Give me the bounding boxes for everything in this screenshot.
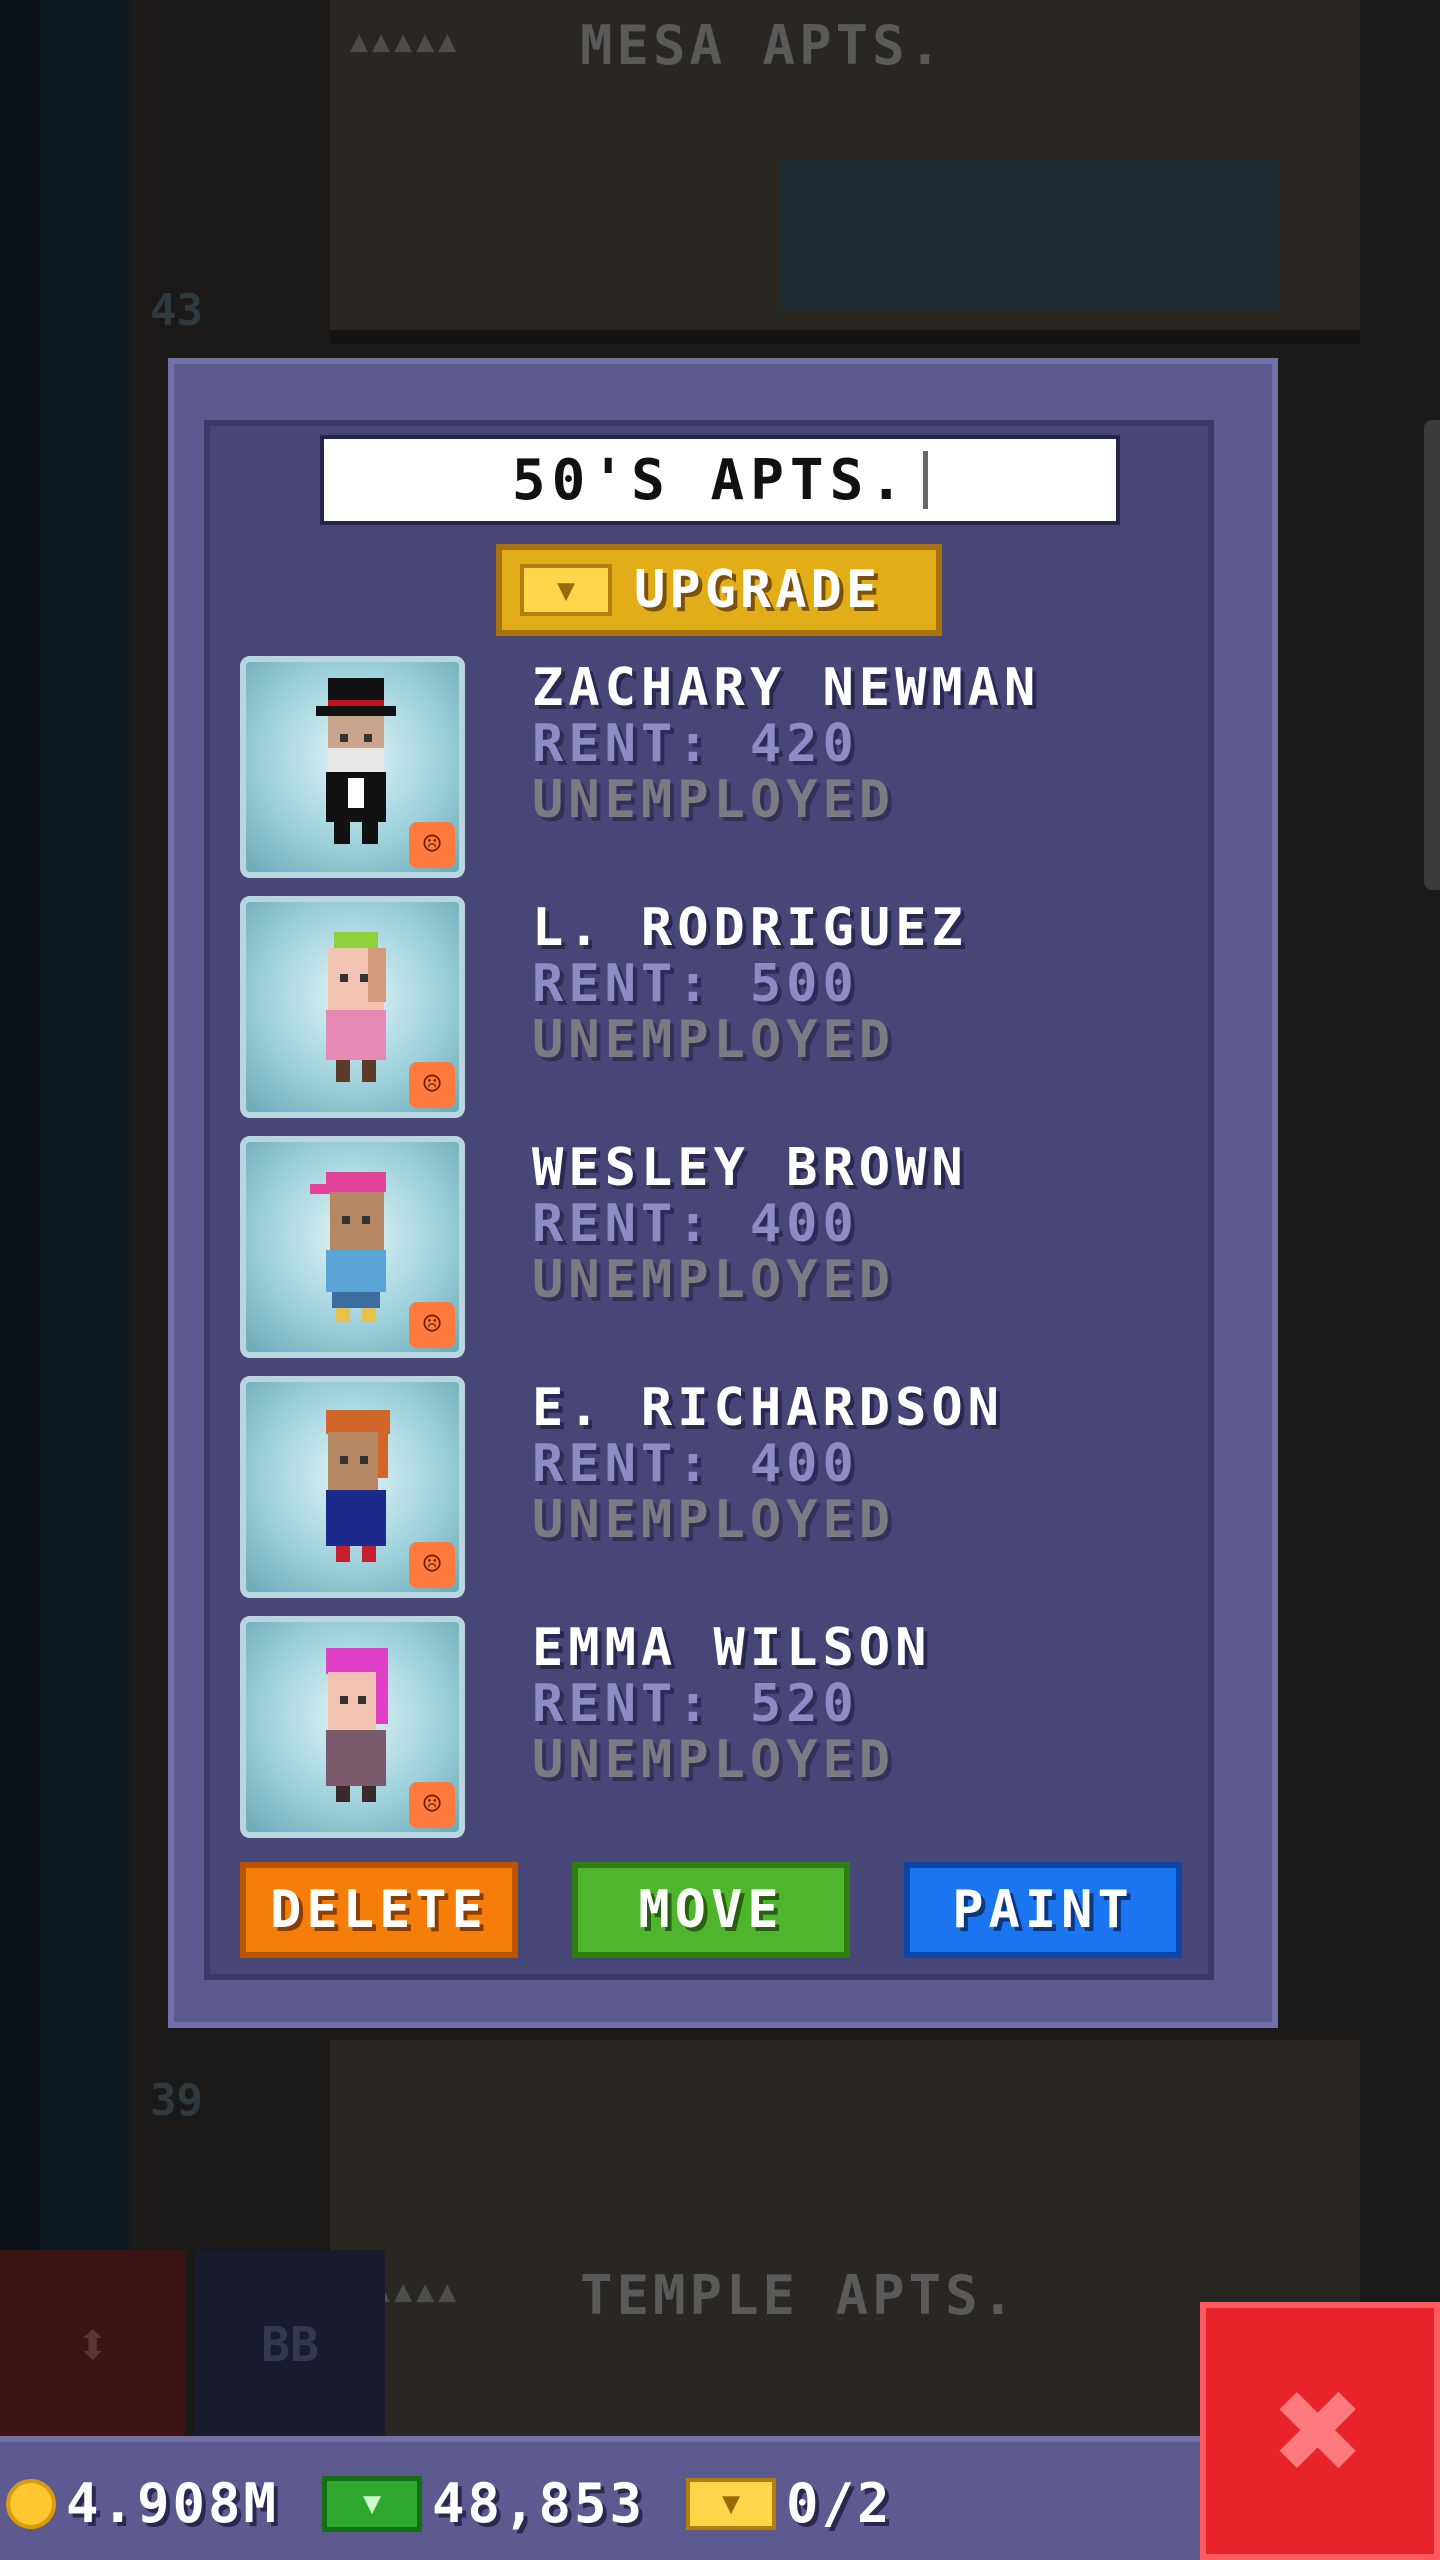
tenant-avatar-icon	[310, 1172, 386, 1322]
floor-stars: ▲▲▲▲▲	[350, 24, 461, 59]
bux-stat: ▼ 48,853	[322, 2472, 645, 2535]
tenant-name: L. RODRIGUEZ	[532, 898, 968, 958]
upgrade-label: UPGRADE	[634, 560, 882, 620]
floor-name-input[interactable]: 50'S APTS.	[320, 435, 1120, 525]
tenant-job: UNEMPLOYED	[532, 770, 896, 830]
tenant-name: ZACHARY NEWMAN	[532, 658, 1041, 718]
tenant-rent: RENT: 500	[532, 954, 859, 1014]
tenant-row[interactable]: ☹ WESLEY BROWN RENT: 400 UNEMPLOYED	[240, 1136, 1225, 1361]
bb-button[interactable]: BB	[195, 2250, 385, 2440]
floor-name: MESA APTS.	[580, 14, 946, 77]
tenant-rent: RENT: 400	[532, 1434, 859, 1494]
tenant-portrait[interactable]: ☹	[240, 1136, 465, 1358]
tenant-rent: RENT: 520	[532, 1674, 859, 1734]
tenant-name: EMMA WILSON	[532, 1618, 932, 1678]
floor-name: TEMPLE APTS.	[580, 2264, 1019, 2327]
elevator-scroll-button[interactable]: ⬍	[0, 2250, 185, 2440]
coins-stat: 4.908M	[6, 2472, 279, 2535]
tenant-row[interactable]: ☹ EMMA WILSON RENT: 520 UNEMPLOYED	[240, 1616, 1225, 1841]
tenant-job: UNEMPLOYED	[532, 1250, 896, 1310]
vip-value: 0/2	[786, 2472, 893, 2535]
tenant-job: UNEMPLOYED	[532, 1010, 896, 1070]
text-caret	[923, 451, 929, 509]
sad-face-icon: ☹	[409, 1302, 455, 1348]
vip-ticket-icon: ▼	[686, 2477, 776, 2530]
sad-face-icon: ☹	[409, 822, 455, 868]
coins-value: 4.908M	[66, 2472, 280, 2535]
bux-icon: ▼	[322, 2475, 422, 2532]
tenant-job: UNEMPLOYED	[532, 1730, 896, 1790]
tenant-rent: RENT: 420	[532, 714, 859, 774]
tenant-rent: RENT: 400	[532, 1194, 859, 1254]
tenant-row[interactable]: ☹ E. RICHARDSON RENT: 400 UNEMPLOYED	[240, 1376, 1225, 1601]
tenant-portrait[interactable]: ☹	[240, 1376, 465, 1598]
tower-edge	[1370, 0, 1440, 2450]
delete-button[interactable]: DELETE	[240, 1862, 518, 1958]
tenant-avatar-icon	[326, 932, 386, 1082]
tenant-portrait[interactable]: ☹	[240, 656, 465, 878]
scrollbar-handle[interactable]	[1424, 420, 1440, 890]
tenant-portrait[interactable]: ☹	[240, 896, 465, 1118]
tenant-row[interactable]: ☹ L. RODRIGUEZ RENT: 500 UNEMPLOYED	[240, 896, 1225, 1121]
vip-ticket-icon: ▼	[520, 564, 612, 616]
sad-face-icon: ☹	[409, 1542, 455, 1588]
vip-stat: ▼ 0/2	[686, 2472, 893, 2535]
tenant-row[interactable]: ☹ ZACHARY NEWMAN RENT: 420 UNEMPLOYED	[240, 656, 1225, 881]
floor-number: 43	[150, 285, 203, 336]
floor-mesa-apts: ▲▲▲▲▲ MESA APTS.	[330, 0, 1360, 344]
tenant-avatar-icon	[316, 678, 396, 844]
close-button[interactable]: ✖	[1200, 2302, 1440, 2560]
close-icon: ✖	[1274, 2344, 1366, 2518]
coin-icon	[6, 2478, 56, 2529]
upgrade-button[interactable]: ▼ UPGRADE	[496, 544, 942, 636]
tenant-name: WESLEY BROWN	[532, 1138, 968, 1198]
tenant-avatar-icon	[326, 1648, 388, 1802]
floor-lower	[330, 2040, 1360, 2274]
sad-face-icon: ☹	[409, 1782, 455, 1828]
floor-name-value: 50'S APTS.	[511, 447, 910, 513]
elevator-shaft	[40, 0, 130, 2450]
sad-face-icon: ☹	[409, 1062, 455, 1108]
window	[780, 160, 1280, 310]
paint-button[interactable]: PAINT	[904, 1862, 1182, 1958]
move-button[interactable]: MOVE	[572, 1862, 850, 1958]
tenant-job: UNEMPLOYED	[532, 1490, 896, 1550]
tenant-name: E. RICHARDSON	[532, 1378, 1004, 1438]
tenant-avatar-icon	[326, 1410, 390, 1562]
tenant-portrait[interactable]: ☹	[240, 1616, 465, 1838]
bux-value: 48,853	[432, 2472, 646, 2535]
floor-number: 39	[150, 2075, 203, 2126]
